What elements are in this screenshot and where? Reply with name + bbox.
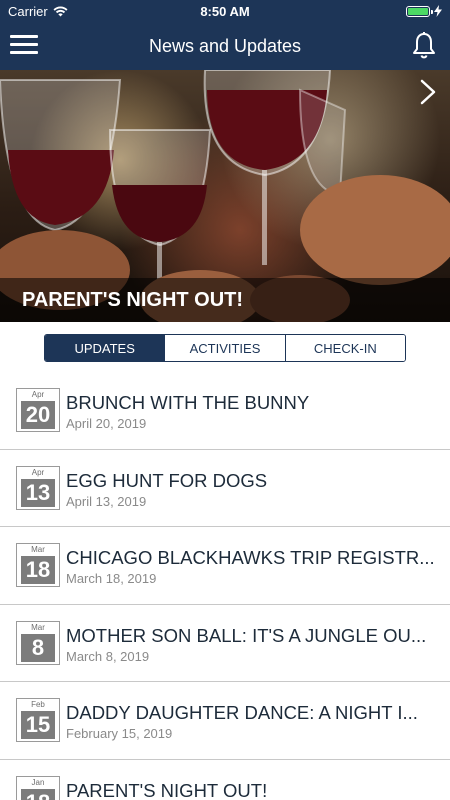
date-month: Mar xyxy=(31,545,45,554)
item-title: DADDY DAUGHTER DANCE: A NIGHT I... xyxy=(66,702,418,723)
date-month: Mar xyxy=(31,622,45,632)
date-day: 20 xyxy=(21,401,55,429)
item-date: March 18, 2019 xyxy=(66,571,157,586)
bell-icon[interactable] xyxy=(412,32,436,60)
battery-icon xyxy=(406,5,433,17)
calendar-date-icon: Mar 18 xyxy=(16,543,60,587)
list-item[interactable]: Apr 13 EGG HUNT FOR DOGS April 13, 2019 xyxy=(0,450,450,527)
date-month: Jan xyxy=(31,777,45,787)
item-date: March 8, 2019 xyxy=(66,648,150,664)
hamburger-menu-icon[interactable] xyxy=(10,35,38,57)
item-date: April 13, 2019 xyxy=(66,493,147,509)
list-item[interactable]: Apr 20 BRUNCH WITH THE BUNNY April 20, 2… xyxy=(0,372,450,450)
item-title: EGG HUNT FOR DOGS xyxy=(66,469,268,491)
list-item[interactable]: Mar 18 CHICAGO BLACKHAWKS TRIP REGISTR..… xyxy=(0,527,450,605)
tab-check-in[interactable]: CHECK-IN xyxy=(285,335,405,361)
date-day: 18 xyxy=(21,788,55,800)
calendar-date-icon: Apr 20 xyxy=(16,388,60,432)
tab-activities[interactable]: ACTIVITIES xyxy=(165,335,286,361)
list-item[interactable]: Feb 15 DADDY DAUGHTER DANCE: A NIGHT I..… xyxy=(0,682,450,760)
item-title: PARENT'S NIGHT OUT! xyxy=(66,779,268,800)
date-month: Feb xyxy=(31,700,45,709)
calendar-date-icon: Apr 13 xyxy=(16,465,60,510)
calendar-date-icon: Mar 8 xyxy=(16,620,60,665)
date-day: 18 xyxy=(21,556,55,584)
list-item[interactable]: Jan 18 PARENT'S NIGHT OUT! xyxy=(0,760,450,800)
tab-updates[interactable]: UPDATES xyxy=(45,335,166,361)
segmented-tabs: UPDATES ACTIVITIES CHECK-IN xyxy=(44,334,406,362)
item-title: CHICAGO BLACKHAWKS TRIP REGISTR... xyxy=(66,547,435,568)
updates-list: Apr 20 BRUNCH WITH THE BUNNY April 20, 2… xyxy=(0,372,450,800)
page-title: News and Updates xyxy=(148,35,302,56)
date-day: 13 xyxy=(21,478,55,507)
chevron-right-icon[interactable] xyxy=(420,79,436,105)
hero-banner[interactable]: PARENT'S NIGHT OUT! xyxy=(0,70,450,322)
item-date: February 15, 2019 xyxy=(66,726,173,741)
carrier-label: Carrier xyxy=(8,3,48,19)
list-item[interactable]: Mar 8 MOTHER SON BALL: IT'S A JUNGLE OU.… xyxy=(0,605,450,682)
date-day: 15 xyxy=(21,711,55,739)
calendar-date-icon: Jan 18 xyxy=(16,775,60,800)
calendar-date-icon: Feb 15 xyxy=(16,698,60,742)
hero-title: PARENT'S NIGHT OUT! xyxy=(22,288,244,311)
nav-bar: News and Updates xyxy=(0,22,450,70)
item-title: BRUNCH WITH THE BUNNY xyxy=(66,392,310,413)
status-right xyxy=(406,5,442,17)
date-day: 8 xyxy=(21,633,55,662)
date-month: Apr xyxy=(31,467,45,477)
charging-icon xyxy=(434,5,442,17)
item-title: MOTHER SON BALL: IT'S A JUNGLE OU... xyxy=(66,624,427,646)
wifi-icon xyxy=(53,6,68,16)
date-month: Apr xyxy=(31,390,45,399)
item-date: April 20, 2019 xyxy=(66,416,147,431)
status-bar: Carrier 8:50 AM xyxy=(0,0,450,22)
status-left: Carrier xyxy=(8,4,68,19)
hero-caption: PARENT'S NIGHT OUT! xyxy=(0,278,450,322)
